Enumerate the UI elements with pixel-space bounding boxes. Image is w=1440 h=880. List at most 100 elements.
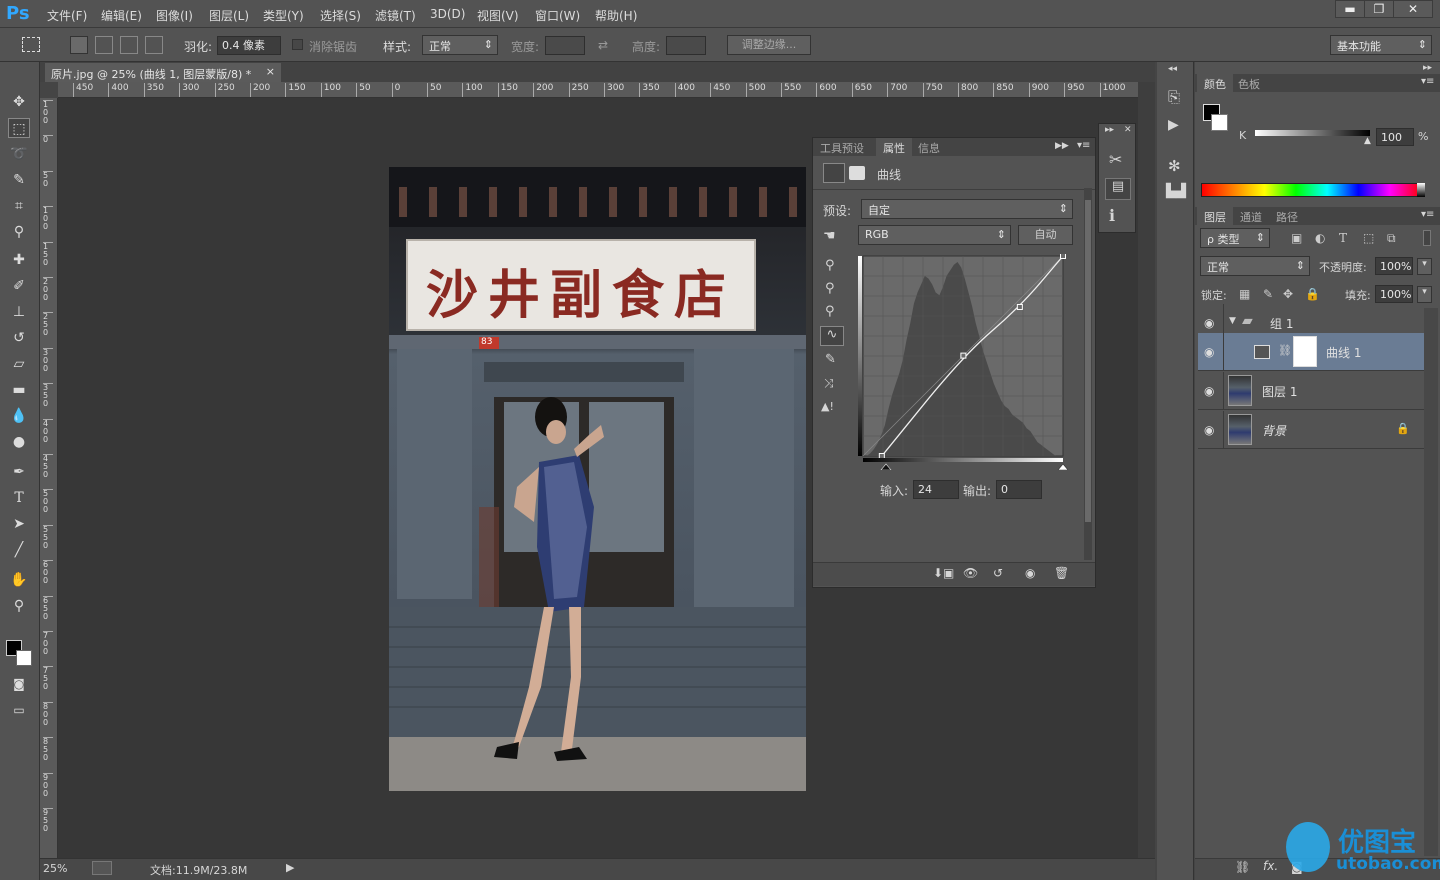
zoom-tool-icon[interactable]: ⚲ bbox=[8, 596, 30, 616]
opacity-field[interactable]: 100% bbox=[1375, 257, 1413, 275]
k-value-field[interactable]: 100 bbox=[1376, 128, 1414, 146]
menu-layer[interactable]: 图层(L) bbox=[209, 7, 249, 24]
width-input[interactable] bbox=[545, 36, 585, 55]
menu-help[interactable]: 帮助(H) bbox=[595, 7, 637, 24]
marquee-tool-preset-icon[interactable] bbox=[22, 37, 40, 52]
lock-position-icon[interactable]: ✥ bbox=[1283, 287, 1293, 301]
collapse-dock-icon[interactable]: ◂◂ bbox=[1168, 64, 1177, 74]
bw-ramp[interactable] bbox=[1417, 183, 1425, 197]
screen-mode-icon[interactable]: ▭ bbox=[8, 700, 30, 720]
menu-edit[interactable]: 编辑(E) bbox=[101, 7, 142, 24]
line-tool-icon[interactable]: ╱ bbox=[8, 540, 30, 560]
curves-adjustment-icon[interactable] bbox=[823, 163, 845, 183]
subtract-selection-icon[interactable] bbox=[120, 36, 138, 54]
pen-tool-icon[interactable]: ✒ bbox=[8, 462, 30, 482]
status-preview-icon[interactable] bbox=[92, 861, 112, 875]
quick-mask-icon[interactable]: ◙ bbox=[8, 674, 30, 694]
add-selection-icon[interactable] bbox=[95, 36, 113, 54]
filter-type-icon[interactable]: T bbox=[1339, 231, 1347, 245]
visibility-eye-icon[interactable]: ◉ bbox=[1204, 316, 1218, 330]
color-panel-menu-icon[interactable]: ▾≡ bbox=[1421, 76, 1434, 87]
layers-scrollbar[interactable] bbox=[1424, 308, 1438, 856]
clipping-warning-icon[interactable]: ▲! bbox=[821, 400, 834, 413]
lock-transparent-icon[interactable]: ▦ bbox=[1239, 287, 1250, 301]
view-previous-icon[interactable]: 👁 bbox=[963, 566, 978, 580]
new-selection-icon[interactable] bbox=[70, 36, 88, 54]
menu-image[interactable]: 图像(I) bbox=[156, 7, 193, 24]
visibility-eye-icon[interactable]: ◉ bbox=[1204, 384, 1218, 398]
visibility-eye-icon[interactable]: ◉ bbox=[1204, 423, 1218, 437]
canvas-vertical-scrollbar[interactable] bbox=[1138, 82, 1155, 858]
menu-type[interactable]: 类型(Y) bbox=[263, 7, 304, 24]
layer-mask-thumbnail[interactable] bbox=[1293, 336, 1317, 367]
tab-layers[interactable]: 图层 bbox=[1197, 207, 1233, 225]
document-image[interactable]: 沙井副食店 83 bbox=[389, 167, 806, 791]
tab-paths[interactable]: 路径 bbox=[1269, 207, 1305, 225]
color-background-swatch[interactable] bbox=[1211, 114, 1228, 131]
black-point-eyedropper-icon[interactable]: ⚲ bbox=[825, 258, 835, 273]
info-dock-icon[interactable]: ℹ bbox=[1109, 206, 1115, 225]
history-dock-icon[interactable]: ⎘ bbox=[1168, 88, 1180, 106]
smooth-curve-icon[interactable]: ⤨ bbox=[824, 376, 834, 391]
auto-button[interactable]: 自动 bbox=[1018, 225, 1073, 245]
pencil-draw-curve-icon[interactable]: ✎ bbox=[825, 352, 836, 367]
histogram-dock-icon[interactable]: ▙▟ bbox=[1166, 184, 1186, 199]
collapse-panels-icon[interactable]: ▸▸ bbox=[1423, 63, 1432, 73]
fill-dropdown-icon[interactable]: ▾ bbox=[1417, 286, 1432, 303]
tab-channels[interactable]: 通道 bbox=[1233, 207, 1269, 225]
output-value-field[interactable]: 0 bbox=[996, 480, 1042, 499]
filter-smart-object-icon[interactable]: ⧉ bbox=[1387, 231, 1396, 246]
document-tab[interactable]: 原片.jpg @ 25% (曲线 1, 图层蒙版/8) * × bbox=[45, 63, 281, 82]
expand-dock-icon[interactable]: ▸▸ bbox=[1105, 125, 1114, 135]
curves-graph[interactable] bbox=[858, 254, 1068, 470]
visibility-icon[interactable]: ◉ bbox=[1025, 566, 1035, 580]
collapse-panel-icon[interactable]: ▶▶ bbox=[1055, 141, 1069, 151]
lasso-tool-icon[interactable]: ➰ bbox=[8, 144, 30, 164]
refine-edge-button[interactable]: 调整边缘... bbox=[727, 35, 811, 55]
close-tab-icon[interactable]: × bbox=[266, 65, 275, 78]
channel-select[interactable]: RGB ⇕ bbox=[858, 225, 1011, 245]
layer-row-background[interactable]: ◉ 背景 🔒 bbox=[1198, 411, 1424, 449]
layer-row-curves[interactable]: ◉ ⛓ 曲线 1 bbox=[1198, 333, 1424, 371]
menu-view[interactable]: 视图(V) bbox=[477, 7, 519, 24]
k-channel-slider[interactable] bbox=[1255, 130, 1370, 136]
type-tool-icon[interactable]: T bbox=[8, 488, 30, 508]
feather-input[interactable]: 0.4 像素 bbox=[217, 36, 281, 55]
add-layer-style-button[interactable]: fx. bbox=[1263, 859, 1278, 873]
workspace-select[interactable]: 基本功能 ⇕ bbox=[1330, 35, 1432, 55]
curve-edit-points-icon[interactable]: ∿ bbox=[820, 326, 844, 346]
input-value-field[interactable]: 24 bbox=[913, 480, 959, 499]
chain-link-icon[interactable]: ⛓ bbox=[1278, 344, 1292, 357]
filter-adjustment-icon[interactable]: ◐ bbox=[1315, 231, 1325, 245]
history-brush-tool-icon[interactable]: ↺ bbox=[8, 328, 30, 348]
color-spectrum-ramp[interactable] bbox=[1201, 183, 1422, 197]
properties-scroll-thumb[interactable] bbox=[1085, 200, 1091, 522]
eyedropper-tool-icon[interactable]: ⚲ bbox=[8, 222, 30, 242]
layer-filter-select[interactable]: ρ 类型 ⇕ bbox=[1200, 228, 1270, 248]
rect-marquee-tool-icon[interactable]: ⬚ bbox=[8, 118, 30, 138]
visibility-eye-icon[interactable]: ◉ bbox=[1204, 345, 1218, 359]
intersect-selection-icon[interactable] bbox=[145, 36, 163, 54]
tab-swatches[interactable]: 色板 bbox=[1231, 74, 1267, 92]
tab-tool-presets[interactable]: 工具预设 bbox=[813, 138, 871, 156]
crop-tool-icon[interactable]: ⌗ bbox=[8, 196, 30, 216]
menu-file[interactable]: 文件(F) bbox=[47, 7, 87, 24]
menu-filter[interactable]: 滤镜(T) bbox=[375, 7, 416, 24]
minimize-button[interactable]: ▬ bbox=[1335, 0, 1365, 18]
tab-properties[interactable]: 属性 bbox=[876, 138, 912, 156]
eraser-tool-icon[interactable]: ▱ bbox=[8, 354, 30, 374]
delete-icon[interactable]: 🗑 bbox=[1054, 566, 1069, 580]
background-color-swatch[interactable] bbox=[16, 650, 32, 666]
filter-toggle[interactable] bbox=[1423, 230, 1431, 246]
healing-brush-tool-icon[interactable]: ✚ bbox=[8, 250, 30, 270]
panel-menu-icon[interactable]: ▾≡ bbox=[1077, 140, 1090, 151]
blend-mode-select[interactable]: 正常 ⇕ bbox=[1200, 256, 1310, 276]
dodge-tool-icon[interactable]: ● bbox=[8, 432, 30, 452]
antialias-checkbox[interactable] bbox=[292, 39, 303, 50]
gray-point-eyedropper-icon[interactable]: ⚲ bbox=[825, 281, 835, 296]
white-point-eyedropper-icon[interactable]: ⚲ bbox=[825, 304, 835, 319]
tab-info[interactable]: 信息 bbox=[911, 138, 947, 156]
layers-panel-menu-icon[interactable]: ▾≡ bbox=[1421, 209, 1434, 220]
preset-select[interactable]: 自定 ⇕ bbox=[861, 199, 1073, 219]
targeted-adjust-hand-icon[interactable]: ☚ bbox=[823, 228, 836, 244]
